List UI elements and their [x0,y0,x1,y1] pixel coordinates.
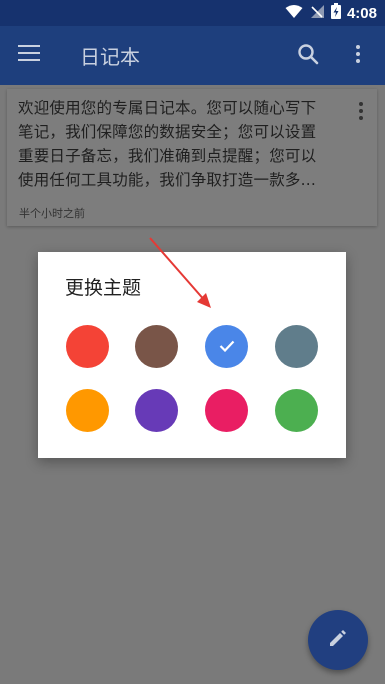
new-note-button[interactable] [308,610,368,670]
annotation-arrow [149,237,211,308]
pencil-icon [327,627,349,653]
